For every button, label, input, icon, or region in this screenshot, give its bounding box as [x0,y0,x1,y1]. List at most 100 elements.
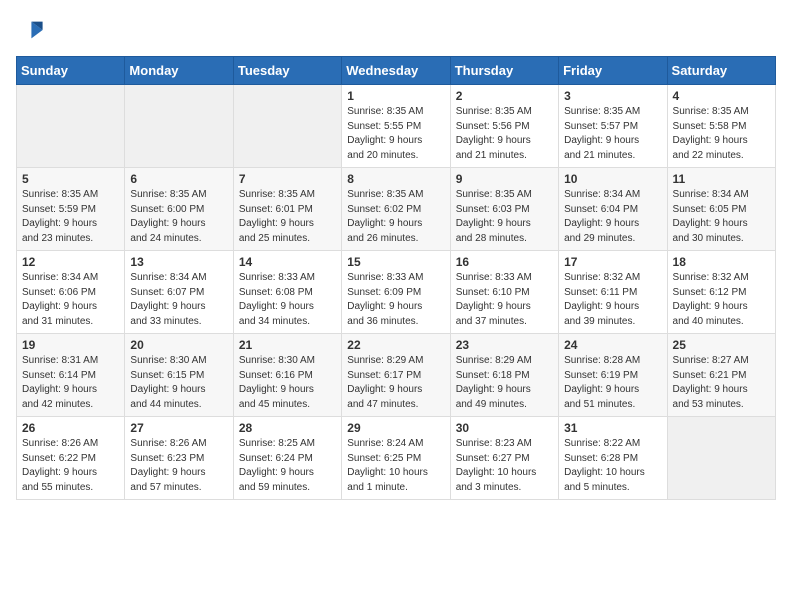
calendar-cell: 21Sunrise: 8:30 AM Sunset: 6:16 PM Dayli… [233,334,341,417]
day-number: 12 [22,255,119,269]
day-number: 21 [239,338,336,352]
day-number: 19 [22,338,119,352]
day-info: Sunrise: 8:35 AM Sunset: 5:58 PM Dayligh… [673,105,770,163]
calendar-cell: 14 Sunrise: 8:33 AM Sunset: 6:08 PM Dayli… [233,251,341,334]
day-number: 1 [347,89,444,103]
day-number: 11 [673,172,770,186]
day-info: Sunrise: 8:35 AM Sunset: 6:03 PM Dayligh… [456,188,553,246]
calendar-cell: 18 Sunrise: 8:32 AM Sunset: 6:12 PM Dayli… [667,251,775,334]
calendar-cell [17,85,125,168]
calendar-cell: 13 Sunrise: 8:34 AM Sunset: 6:07 PM Dayli… [125,251,233,334]
day-number: 13 [130,255,227,269]
day-number: 6 [130,172,227,186]
day-number: 31 [564,421,661,435]
weekday-header-saturday: Saturday [667,57,775,85]
day-info: Sunrise: 8:23 AM Sunset: 6:27 PM Dayligh… [456,437,553,495]
day-info: Sunrise: 8:35 AM Sunset: 5:59 PM Dayligh… [22,188,119,246]
calendar-week-row: 5 Sunrise: 8:35 AM Sunset: 5:59 PM Daylig… [17,168,776,251]
day-number: 8 [347,172,444,186]
day-number: 20 [130,338,227,352]
calendar-cell: 25 Sunrise: 8:27 AM Sunset: 6:21 PM Dayli… [667,334,775,417]
day-info: Sunrise: 8:28 AM Sunset: 6:19 PM Dayligh… [564,354,661,412]
calendar-cell: 5 Sunrise: 8:35 AM Sunset: 5:59 PM Daylig… [17,168,125,251]
day-number: 5 [22,172,119,186]
calendar-cell: 22Sunrise: 8:29 AM Sunset: 6:17 PM Dayli… [342,334,450,417]
calendar-cell: 12 Sunrise: 8:34 AM Sunset: 6:06 PM Dayli… [17,251,125,334]
calendar-cell: 26 Sunrise: 8:26 AM Sunset: 6:22 PM Dayli… [17,417,125,500]
day-number: 29 [347,421,444,435]
calendar-cell: 15Sunrise: 8:33 AM Sunset: 6:09 PM Dayli… [342,251,450,334]
calendar-cell: 4 Sunrise: 8:35 AM Sunset: 5:58 PM Daylig… [667,85,775,168]
weekday-header-tuesday: Tuesday [233,57,341,85]
day-info: Sunrise: 8:35 AM Sunset: 5:57 PM Dayligh… [564,105,661,163]
calendar-cell: 7 Sunrise: 8:35 AM Sunset: 6:01 PM Daylig… [233,168,341,251]
day-info: Sunrise: 8:34 AM Sunset: 6:07 PM Dayligh… [130,271,227,329]
calendar-week-row: 12 Sunrise: 8:34 AM Sunset: 6:06 PM Dayli… [17,251,776,334]
day-info: Sunrise: 8:35 AM Sunset: 5:56 PM Dayligh… [456,105,553,163]
calendar-cell: 3 Sunrise: 8:35 AM Sunset: 5:57 PM Daylig… [559,85,667,168]
weekday-header-sunday: Sunday [17,57,125,85]
calendar-cell: 20 Sunrise: 8:30 AM Sunset: 6:15 PM Dayli… [125,334,233,417]
day-number: 2 [456,89,553,103]
day-number: 9 [456,172,553,186]
day-info: Sunrise: 8:24 AM Sunset: 6:25 PM Dayligh… [347,437,444,495]
calendar-cell: 6 Sunrise: 8:35 AM Sunset: 6:00 PM Daylig… [125,168,233,251]
day-number: 10 [564,172,661,186]
calendar-cell: 10 Sunrise: 8:34 AM Sunset: 6:04 PM Dayli… [559,168,667,251]
calendar-cell: 27Sunrise: 8:26 AM Sunset: 6:23 PM Dayli… [125,417,233,500]
calendar-cell [125,85,233,168]
day-info: Sunrise: 8:26 AM Sunset: 6:22 PM Dayligh… [22,437,119,495]
day-info: Sunrise: 8:22 AM Sunset: 6:28 PM Dayligh… [564,437,661,495]
day-info: Sunrise: 8:34 AM Sunset: 6:04 PM Dayligh… [564,188,661,246]
calendar-week-row: 19 Sunrise: 8:31 AM Sunset: 6:14 PM Dayli… [17,334,776,417]
day-info: Sunrise: 8:29 AM Sunset: 6:17 PM Dayligh… [347,354,444,412]
calendar-cell: 31 Sunrise: 8:22 AM Sunset: 6:28 PM Dayli… [559,417,667,500]
day-info: Sunrise: 8:34 AM Sunset: 6:06 PM Dayligh… [22,271,119,329]
calendar-cell: 16 Sunrise: 8:33 AM Sunset: 6:10 PM Dayli… [450,251,558,334]
day-info: Sunrise: 8:33 AM Sunset: 6:08 PM Dayligh… [239,271,336,329]
day-number: 26 [22,421,119,435]
page-header [16,16,776,44]
day-info: Sunrise: 8:29 AM Sunset: 6:18 PM Dayligh… [456,354,553,412]
day-number: 16 [456,255,553,269]
calendar-cell: 9 Sunrise: 8:35 AM Sunset: 6:03 PM Daylig… [450,168,558,251]
day-number: 7 [239,172,336,186]
day-number: 3 [564,89,661,103]
day-info: Sunrise: 8:30 AM Sunset: 6:15 PM Dayligh… [130,354,227,412]
day-info: Sunrise: 8:35 AM Sunset: 5:55 PM Dayligh… [347,105,444,163]
day-number: 17 [564,255,661,269]
day-info: Sunrise: 8:35 AM Sunset: 6:00 PM Dayligh… [130,188,227,246]
weekday-header-friday: Friday [559,57,667,85]
logo [16,16,48,44]
day-info: Sunrise: 8:31 AM Sunset: 6:14 PM Dayligh… [22,354,119,412]
weekday-header-row: SundayMondayTuesdayWednesdayThursdayFrid… [17,57,776,85]
calendar-cell: 8 Sunrise: 8:35 AM Sunset: 6:02 PM Daylig… [342,168,450,251]
calendar-cell [667,417,775,500]
weekday-header-thursday: Thursday [450,57,558,85]
day-number: 23 [456,338,553,352]
day-number: 14 [239,255,336,269]
calendar-cell [233,85,341,168]
day-info: Sunrise: 8:33 AM Sunset: 6:10 PM Dayligh… [456,271,553,329]
day-number: 25 [673,338,770,352]
calendar-cell: 29 Sunrise: 8:24 AM Sunset: 6:25 PM Dayli… [342,417,450,500]
day-info: Sunrise: 8:32 AM Sunset: 6:12 PM Dayligh… [673,271,770,329]
calendar-week-row: 26 Sunrise: 8:26 AM Sunset: 6:22 PM Dayli… [17,417,776,500]
day-info: Sunrise: 8:33 AM Sunset: 6:09 PM Dayligh… [347,271,444,329]
day-number: 18 [673,255,770,269]
day-number: 28 [239,421,336,435]
logo-icon [16,16,44,44]
day-info: Sunrise: 8:35 AM Sunset: 6:01 PM Dayligh… [239,188,336,246]
day-info: Sunrise: 8:26 AM Sunset: 6:23 PM Dayligh… [130,437,227,495]
day-info: Sunrise: 8:27 AM Sunset: 6:21 PM Dayligh… [673,354,770,412]
calendar-cell: 11 Sunrise: 8:34 AM Sunset: 6:05 PM Dayli… [667,168,775,251]
day-info: Sunrise: 8:35 AM Sunset: 6:02 PM Dayligh… [347,188,444,246]
calendar-table: SundayMondayTuesdayWednesdayThursdayFrid… [16,56,776,500]
calendar-cell: 17Sunrise: 8:32 AM Sunset: 6:11 PM Dayli… [559,251,667,334]
day-number: 30 [456,421,553,435]
day-number: 24 [564,338,661,352]
day-info: Sunrise: 8:34 AM Sunset: 6:05 PM Dayligh… [673,188,770,246]
calendar-cell: 30 Sunrise: 8:23 AM Sunset: 6:27 PM Dayli… [450,417,558,500]
weekday-header-wednesday: Wednesday [342,57,450,85]
day-number: 4 [673,89,770,103]
